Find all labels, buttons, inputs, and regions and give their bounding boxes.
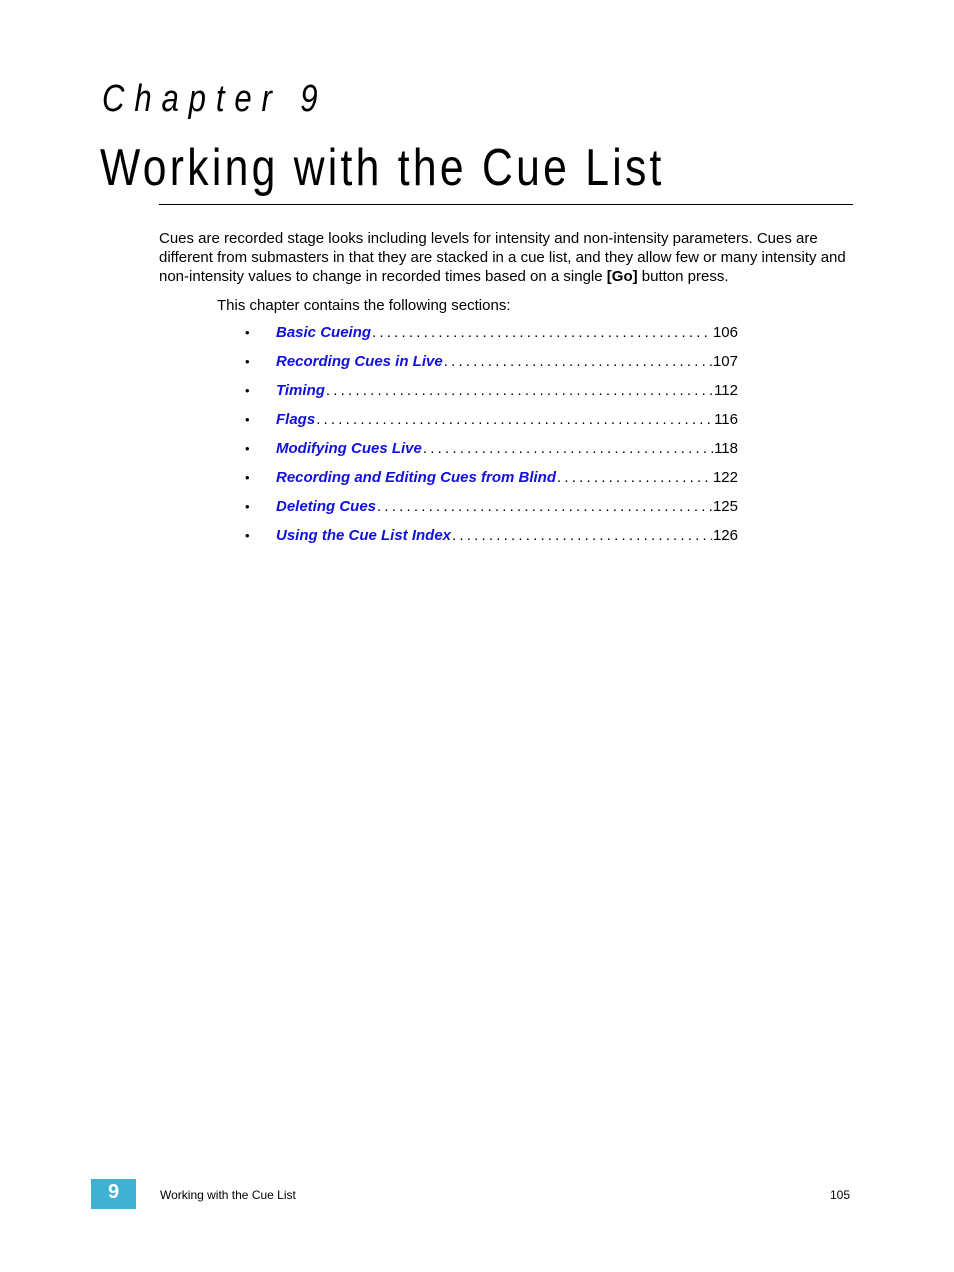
toc-item: • Using the Cue List Index 126 — [244, 526, 738, 555]
toc-link-modifying-cues-live[interactable]: Modifying Cues Live — [276, 439, 422, 459]
toc-page-number: 107 — [712, 353, 738, 370]
bullet-icon: • — [245, 354, 250, 369]
bullet-icon: • — [245, 499, 250, 514]
toc-link-recording-editing-blind[interactable]: Recording and Editing Cues from Blind — [276, 468, 556, 488]
toc-item: • Recording Cues in Live 107 — [244, 352, 738, 381]
intro-go-key: [Go] — [606, 268, 638, 285]
toc-link-recording-cues-in-live[interactable]: Recording Cues in Live — [276, 352, 443, 372]
toc-link-flags[interactable]: Flags — [276, 410, 315, 430]
dot-leader — [372, 323, 712, 343]
toc-link-basic-cueing[interactable]: Basic Cueing — [276, 323, 371, 343]
toc-link-timing[interactable]: Timing — [276, 381, 325, 401]
toc-item: • Deleting Cues 125 — [244, 497, 738, 526]
toc-item: • Flags 116 — [244, 410, 738, 439]
intro-text-after: button press. — [637, 268, 729, 285]
intro-paragraph: Cues are recorded stage looks including … — [159, 229, 859, 286]
toc-page-number: 118 — [714, 440, 738, 457]
toc-item: • Timing 112 — [244, 381, 738, 410]
dot-leader — [423, 439, 713, 459]
chapter-number-badge: 9 — [91, 1179, 136, 1209]
intro-text-before: Cues are recorded stage looks including … — [159, 230, 846, 285]
toc-page-number: 126 — [712, 527, 738, 544]
bullet-icon: • — [245, 412, 250, 427]
bullet-icon: • — [245, 470, 250, 485]
toc-link-cue-list-index[interactable]: Using the Cue List Index — [276, 526, 451, 546]
toc-page-number: 122 — [712, 469, 738, 486]
chapter-title: Working with the Cue List — [100, 139, 665, 197]
toc-page-number: 116 — [714, 411, 738, 428]
footer-chapter-title: Working with the Cue List — [160, 1188, 296, 1202]
chapter-label: Chapter 9 — [102, 78, 328, 120]
dot-leader — [444, 352, 712, 372]
bullet-icon: • — [245, 528, 250, 543]
footer-page-number: 105 — [830, 1188, 851, 1202]
dot-leader — [557, 468, 712, 488]
toc-link-deleting-cues[interactable]: Deleting Cues — [276, 497, 376, 517]
toc-item: • Modifying Cues Live 118 — [244, 439, 738, 468]
toc-page-number: 106 — [712, 324, 738, 341]
bullet-icon: • — [245, 441, 250, 456]
dot-leader — [377, 497, 712, 517]
dot-leader — [316, 410, 713, 430]
bullet-icon: • — [245, 383, 250, 398]
toc-page-number: 112 — [714, 382, 738, 399]
title-divider — [159, 204, 853, 205]
toc-item: • Recording and Editing Cues from Blind 12… — [244, 468, 738, 497]
dot-leader — [326, 381, 713, 401]
toc-page-number: 125 — [712, 498, 738, 515]
toc-item: • Basic Cueing 106 — [244, 323, 738, 352]
sections-intro: This chapter contains the following sect… — [217, 297, 511, 314]
dot-leader — [452, 526, 712, 546]
bullet-icon: • — [245, 325, 250, 340]
section-list: • Basic Cueing 106 • Recording Cues in Live… — [244, 323, 738, 555]
